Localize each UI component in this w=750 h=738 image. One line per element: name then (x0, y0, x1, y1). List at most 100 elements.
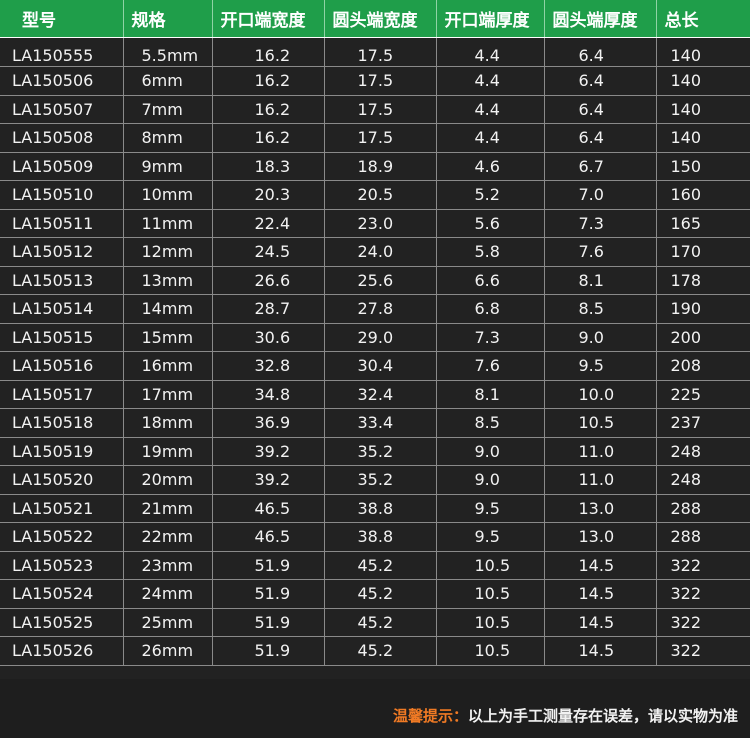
cell-model: LA150555 (0, 37, 124, 67)
cell-open-end-width: 26.6 (212, 266, 325, 295)
cell-ring-end-thickness: 14.5 (544, 608, 657, 637)
cell-open-end-thickness: 10.5 (436, 636, 545, 666)
cell-open-end-width: 51.9 (212, 636, 325, 666)
cell-total-length: 190 (656, 294, 750, 324)
cell-total-length: 178 (656, 266, 750, 295)
cell-total-length: 322 (656, 551, 750, 580)
cell-open-end-width: 32.8 (212, 351, 325, 381)
cell-open-end-width: 16.2 (212, 123, 325, 153)
cell-ring-end-thickness: 6.4 (544, 95, 657, 124)
cell-open-end-width: 28.7 (212, 294, 325, 324)
cell-total-length: 225 (656, 380, 750, 409)
cell-size: 12mm (123, 237, 213, 267)
cell-total-length: 140 (656, 123, 750, 153)
cell-total-length: 140 (656, 95, 750, 124)
table-row: LA150515 15mm 30.6 29.0 7.3 9.0 200 (0, 323, 750, 352)
cell-ring-end-thickness: 7.6 (544, 237, 657, 267)
cell-model: LA150514 (0, 294, 124, 324)
table-row: LA150509 9mm 18.3 18.9 4.6 6.7 150 (0, 152, 750, 181)
cell-open-end-thickness: 9.0 (436, 465, 545, 495)
cell-open-end-thickness: 10.5 (436, 579, 545, 609)
cell-total-length: 288 (656, 522, 750, 552)
cell-size: 8mm (123, 123, 213, 153)
cell-model: LA150513 (0, 266, 124, 295)
cell-ring-end-width: 27.8 (324, 294, 437, 324)
cell-model: LA150507 (0, 95, 124, 124)
cell-total-length: 165 (656, 209, 750, 238)
cell-open-end-width: 36.9 (212, 408, 325, 438)
cell-ring-end-thickness: 6.4 (544, 66, 657, 96)
cell-ring-end-thickness: 9.0 (544, 323, 657, 352)
cell-open-end-thickness: 5.6 (436, 209, 545, 238)
cell-open-end-thickness: 5.8 (436, 237, 545, 267)
cell-open-end-width: 39.2 (212, 465, 325, 495)
cell-open-end-thickness: 4.4 (436, 95, 545, 124)
cell-ring-end-thickness: 8.5 (544, 294, 657, 324)
cell-ring-end-thickness: 9.5 (544, 351, 657, 381)
cell-ring-end-width: 18.9 (324, 152, 437, 181)
cell-total-length: 322 (656, 608, 750, 637)
cell-model: LA150515 (0, 323, 124, 352)
cell-size: 24mm (123, 579, 213, 609)
cell-open-end-thickness: 5.2 (436, 180, 545, 210)
cell-ring-end-width: 20.5 (324, 180, 437, 210)
cell-model: LA150511 (0, 209, 124, 238)
spec-table: 型号 规格 开口端宽度 圆头端宽度 开口端厚度 圆头端厚度 总长 LA15055… (0, 0, 750, 666)
cell-ring-end-thickness: 13.0 (544, 522, 657, 552)
cell-model: LA150506 (0, 66, 124, 96)
table-row: LA150521 21mm 46.5 38.8 9.5 13.0 288 (0, 494, 750, 523)
cell-open-end-thickness: 7.6 (436, 351, 545, 381)
cell-total-length: 200 (656, 323, 750, 352)
cell-ring-end-thickness: 10.5 (544, 408, 657, 438)
cell-open-end-thickness: 6.6 (436, 266, 545, 295)
cell-open-end-width: 18.3 (212, 152, 325, 181)
table-row: LA150524 24mm 51.9 45.2 10.5 14.5 322 (0, 579, 750, 609)
cell-size: 21mm (123, 494, 213, 523)
cell-ring-end-width: 29.0 (324, 323, 437, 352)
cell-model: LA150510 (0, 180, 124, 210)
cell-open-end-thickness: 6.8 (436, 294, 545, 324)
cell-ring-end-width: 45.2 (324, 608, 437, 637)
cell-open-end-thickness: 8.5 (436, 408, 545, 438)
header-open-end-thickness: 开口端厚度 (436, 0, 545, 38)
cell-ring-end-width: 33.4 (324, 408, 437, 438)
cell-open-end-thickness: 10.5 (436, 551, 545, 580)
cell-open-end-thickness: 4.4 (436, 123, 545, 153)
cell-size: 20mm (123, 465, 213, 495)
cell-open-end-width: 20.3 (212, 180, 325, 210)
cell-ring-end-width: 30.4 (324, 351, 437, 381)
cell-size: 9mm (123, 152, 213, 181)
table-row: LA150555 5.5mm 16.2 17.5 4.4 6.4 140 (0, 37, 750, 67)
table-row: LA150516 16mm 32.8 30.4 7.6 9.5 208 (0, 351, 750, 381)
cell-ring-end-width: 17.5 (324, 37, 437, 67)
cell-ring-end-width: 32.4 (324, 380, 437, 409)
table-body: LA150555 5.5mm 16.2 17.5 4.4 6.4 140 LA150506 6m… (0, 37, 750, 666)
cell-model: LA150521 (0, 494, 124, 523)
cell-size: 11mm (123, 209, 213, 238)
cell-open-end-width: 16.2 (212, 37, 325, 67)
cell-ring-end-width: 17.5 (324, 123, 437, 153)
header-row: 型号 规格 开口端宽度 圆头端宽度 开口端厚度 圆头端厚度 总长 (0, 0, 750, 38)
cell-size: 13mm (123, 266, 213, 295)
cell-open-end-thickness: 4.4 (436, 37, 545, 67)
table-row: LA150507 7mm 16.2 17.5 4.4 6.4 140 (0, 95, 750, 124)
header-ring-end-width: 圆头端宽度 (324, 0, 437, 38)
table-row: LA150523 23mm 51.9 45.2 10.5 14.5 322 (0, 551, 750, 580)
cell-total-length: 150 (656, 152, 750, 181)
cell-size: 18mm (123, 408, 213, 438)
header-total-length: 总长 (656, 0, 750, 38)
cell-total-length: 140 (656, 37, 750, 67)
cell-size: 22mm (123, 522, 213, 552)
cell-open-end-width: 51.9 (212, 608, 325, 637)
cell-open-end-thickness: 8.1 (436, 380, 545, 409)
cell-total-length: 322 (656, 636, 750, 666)
cell-model: LA150520 (0, 465, 124, 495)
cell-total-length: 140 (656, 66, 750, 96)
footer-note-text: 以上为手工测量存在误差，请以实物为准 (467, 707, 738, 725)
cell-open-end-thickness: 9.5 (436, 522, 545, 552)
cell-total-length: 248 (656, 437, 750, 466)
cell-model: LA150517 (0, 380, 124, 409)
cell-model: LA150526 (0, 636, 124, 666)
cell-open-end-thickness: 9.5 (436, 494, 545, 523)
cell-ring-end-thickness: 14.5 (544, 579, 657, 609)
